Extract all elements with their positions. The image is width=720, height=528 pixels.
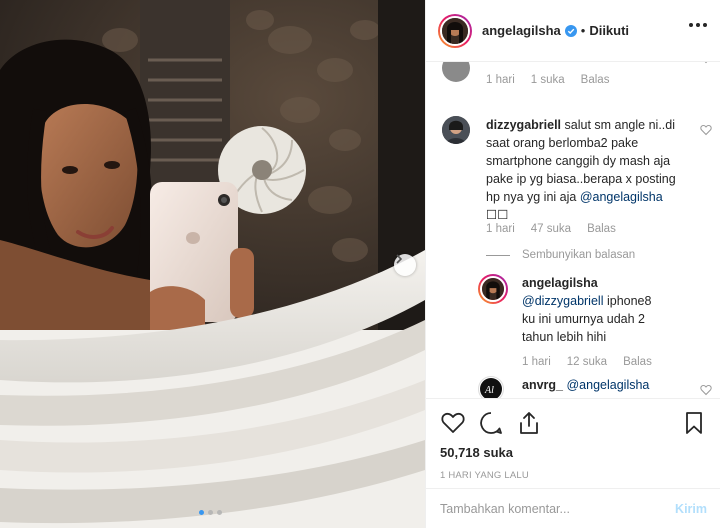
reply-body: angelagilsha @dizzygabriell iphone8 ku i… [522, 274, 652, 346]
comment-username[interactable]: dizzygabriell [486, 118, 561, 132]
chevron-right-icon [396, 254, 403, 264]
reply-item: angelagilsha @dizzygabriell iphone8 ku i… [478, 274, 712, 374]
bookmark-icon[interactable] [681, 410, 707, 436]
commenter-avatar[interactable] [442, 116, 470, 144]
comment-item: 1 hari 1 suka Balas [442, 62, 712, 94]
comment-emoji: ☐☐ [486, 208, 509, 222]
hide-replies-label: Sembunyikan balasan [522, 249, 636, 261]
reply-username[interactable]: anvrg_ [522, 378, 563, 392]
commenter-avatar[interactable] [442, 62, 470, 82]
add-comment-input[interactable] [440, 501, 676, 516]
heart-icon[interactable] [440, 410, 466, 436]
comment-like-icon[interactable] [700, 62, 712, 64]
reply-mention[interactable]: @angelagilsha [566, 378, 649, 392]
carousel-dots [199, 510, 222, 515]
post-header: angelagilsha • Diikuti [426, 0, 720, 62]
share-icon[interactable] [516, 410, 542, 436]
post-photo[interactable] [0, 0, 425, 528]
comment-reply-button[interactable]: Balas [581, 74, 610, 86]
follow-status-button[interactable]: Diikuti [589, 23, 629, 38]
avatar-image [442, 17, 468, 44]
comment-meta: 1 hari 47 suka Balas [486, 223, 616, 235]
carousel-dot [217, 510, 222, 515]
next-photo-button[interactable] [394, 254, 416, 276]
post-comment-button[interactable]: Kirim [675, 502, 707, 516]
avatar-image: Al [480, 378, 502, 398]
comment-like-icon[interactable] [700, 124, 712, 136]
post-actions: 50,718 suka 1 HARI YANG LALU [426, 398, 720, 488]
add-comment-bar: Kirim [426, 488, 720, 528]
svg-text:Al: Al [484, 385, 494, 396]
more-options-icon[interactable] [689, 23, 707, 27]
reply-body: anvrg_ @angelagilsha [522, 376, 682, 394]
comment-body: dizzygabriell salut sm angle ni..di saat… [486, 116, 676, 224]
author-avatar[interactable] [438, 13, 472, 48]
carousel-dot [208, 510, 213, 515]
reply-item: Al anvrg_ @angelagilsha [478, 376, 712, 398]
reply-mention[interactable]: @dizzygabriell [522, 294, 603, 308]
comment-item: dizzygabriell salut sm angle ni..di saat… [442, 116, 712, 276]
commenter-avatar[interactable]: Al [478, 376, 504, 398]
avatar-image [442, 116, 470, 144]
verified-badge-icon [564, 24, 577, 37]
action-icons [440, 409, 707, 437]
hide-replies-button[interactable]: Sembunyikan balasan [486, 249, 635, 261]
comments-list[interactable]: 1 hari 1 suka Balas dizzygabriell salut [426, 62, 720, 398]
comment-likes[interactable]: 1 suka [531, 74, 565, 86]
comment-time[interactable]: 1 hari [486, 223, 515, 235]
likes-count[interactable]: 50,718 suka [440, 445, 707, 460]
header-separator: • [580, 23, 586, 38]
comment-mention[interactable]: @angelagilsha [580, 190, 663, 204]
commenter-avatar[interactable] [478, 274, 508, 304]
comment-likes[interactable]: 47 suka [531, 223, 571, 235]
avatar-image [480, 276, 506, 302]
comment-reply-button[interactable]: Balas [587, 223, 616, 235]
post-timestamp: 1 HARI YANG LALU [440, 470, 529, 481]
divider [486, 254, 510, 256]
photo-illustration [0, 0, 425, 528]
reply-time[interactable]: 1 hari [522, 356, 551, 368]
comment-like-icon[interactable] [700, 384, 712, 396]
comment-meta: 1 hari 1 suka Balas [486, 74, 609, 86]
carousel-dot [199, 510, 204, 515]
reply-username[interactable]: angelagilsha [522, 276, 598, 290]
comment-time[interactable]: 1 hari [486, 74, 515, 86]
comment-icon[interactable] [478, 410, 504, 436]
author-username[interactable]: angelagilsha [482, 23, 561, 38]
reply-reply-button[interactable]: Balas [623, 356, 652, 368]
reply-likes[interactable]: 12 suka [567, 356, 607, 368]
reply-meta: 1 hari 12 suka Balas [522, 356, 652, 368]
post-side-panel: angelagilsha • Diikuti 1 hari 1 suka Bal… [425, 0, 720, 528]
